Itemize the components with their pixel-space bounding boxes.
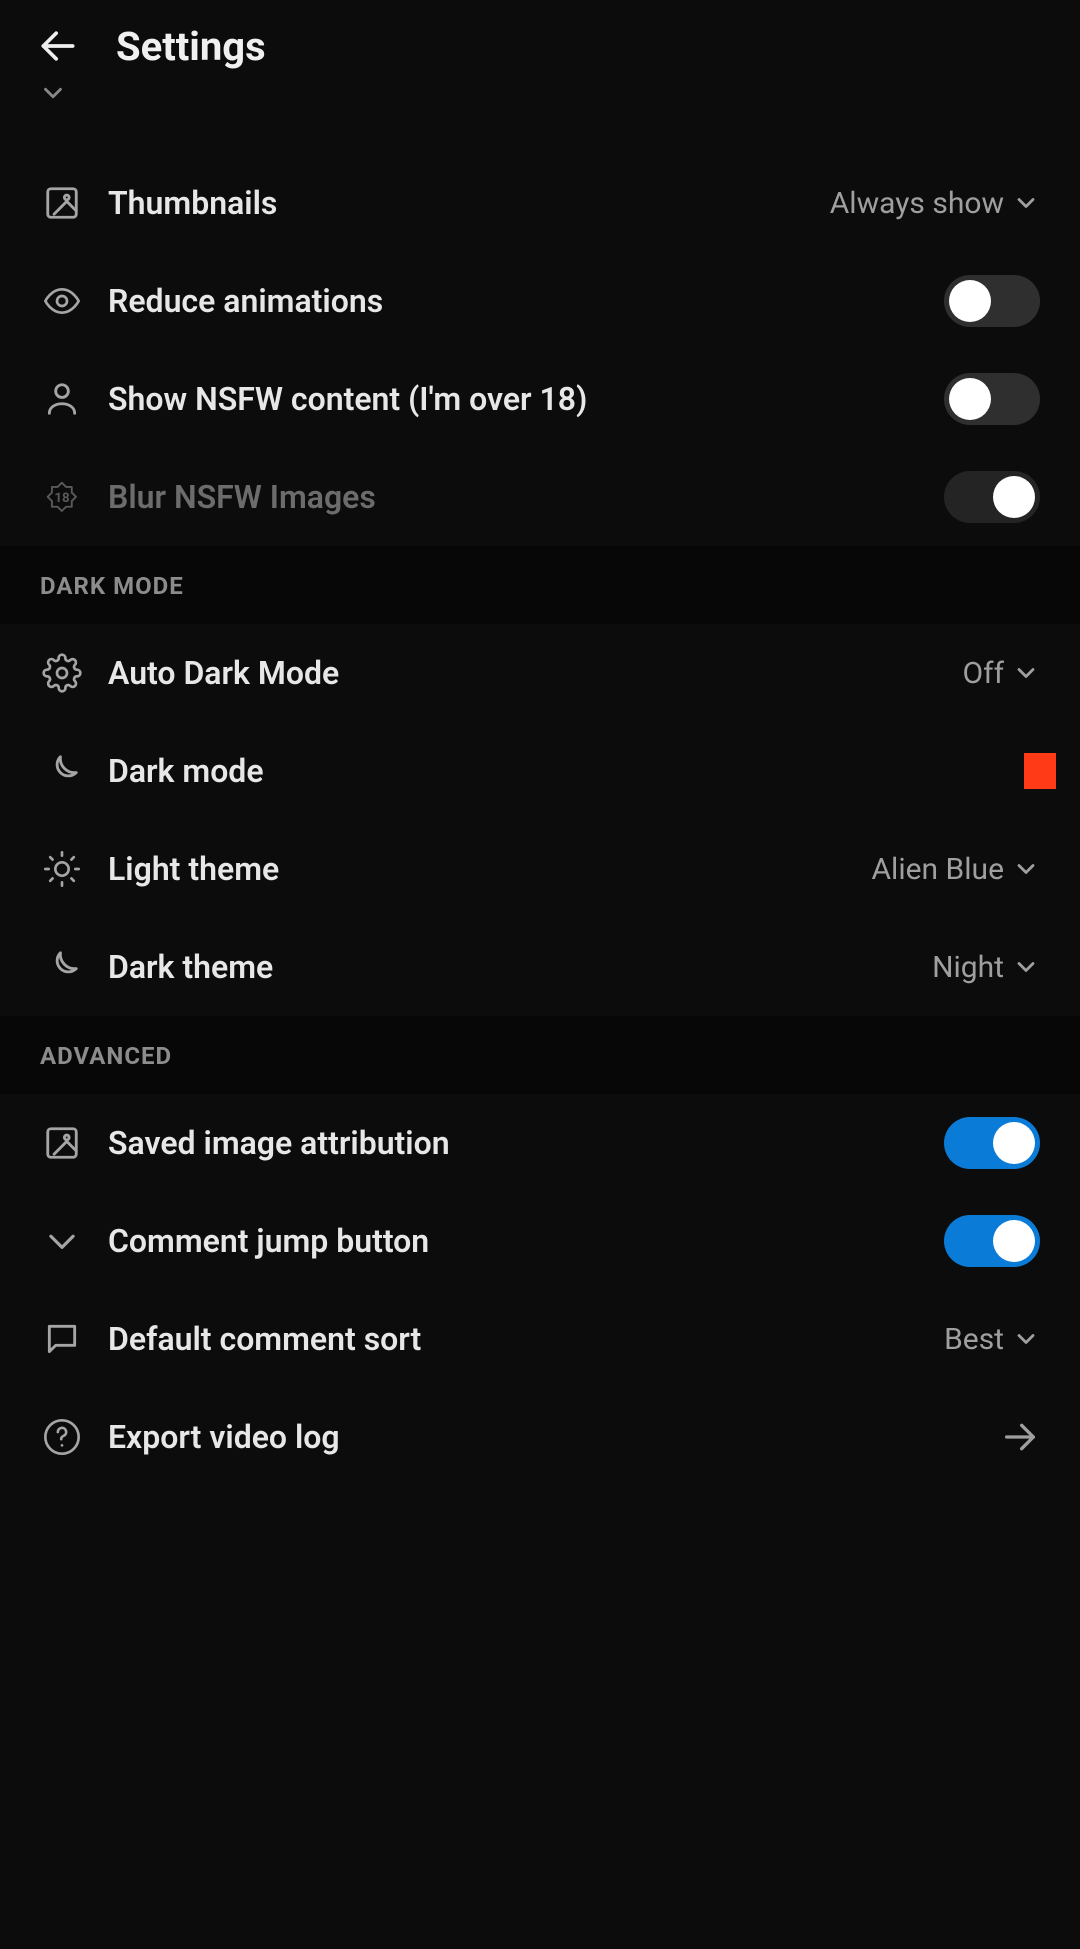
- previous-row-peek: [0, 92, 1080, 120]
- comment-icon: [40, 1317, 84, 1361]
- arrow-left-icon: [36, 24, 80, 68]
- toggle-saved-image-attribution[interactable]: [944, 1117, 1040, 1169]
- section-heading: ADVANCED: [40, 1042, 172, 1070]
- image-icon: [40, 181, 84, 225]
- section-advanced: ADVANCED: [0, 1016, 1080, 1094]
- chevron-down-icon: [40, 1219, 84, 1263]
- page-title: Settings: [116, 23, 266, 70]
- row-label: Dark theme: [108, 948, 932, 986]
- row-saved-image-attribution[interactable]: Saved image attribution: [0, 1094, 1080, 1192]
- row-dark-mode[interactable]: Dark mode: [0, 722, 1080, 820]
- chevron-down-icon: [1012, 659, 1040, 687]
- row-label: Reduce animations: [108, 282, 944, 320]
- row-export-video-log[interactable]: Export video log: [0, 1388, 1080, 1486]
- moon-icon: [40, 749, 84, 793]
- row-label: Thumbnails: [108, 184, 830, 222]
- row-value: Alien Blue: [871, 852, 1004, 887]
- chevron-down-icon: [1012, 189, 1040, 217]
- row-show-nsfw[interactable]: Show NSFW content (I'm over 18): [0, 350, 1080, 448]
- row-label: Light theme: [108, 850, 871, 888]
- toggle-reduce-animations[interactable]: [944, 275, 1040, 327]
- row-label: Auto Dark Mode: [108, 654, 963, 692]
- help-circle-icon: [40, 1415, 84, 1459]
- row-label: Dark mode: [108, 752, 1024, 790]
- toggle-show-nsfw[interactable]: [944, 373, 1040, 425]
- arrow-right-icon: [1000, 1417, 1040, 1457]
- chevron-down-icon: [1012, 855, 1040, 883]
- row-label: Saved image attribution: [108, 1124, 944, 1162]
- section-dark-mode: DARK MODE: [0, 546, 1080, 624]
- row-light-theme[interactable]: Light theme Alien Blue: [0, 820, 1080, 918]
- sun-outline-icon: [40, 847, 84, 891]
- chevron-down-icon: [38, 78, 68, 108]
- chevron-down-icon: [1012, 953, 1040, 981]
- row-default-comment-sort[interactable]: Default comment sort Best: [0, 1290, 1080, 1388]
- image-icon: [40, 1121, 84, 1165]
- row-thumbnails[interactable]: Thumbnails Always show: [0, 154, 1080, 252]
- badge-18-icon: 18: [40, 475, 84, 519]
- chevron-down-icon: [1012, 1325, 1040, 1353]
- row-auto-dark-mode[interactable]: Auto Dark Mode Off: [0, 624, 1080, 722]
- highlight-box: [1024, 753, 1056, 789]
- row-value: Off: [963, 656, 1005, 691]
- row-blur-nsfw: 18 Blur NSFW Images: [0, 448, 1080, 546]
- row-label: Blur NSFW Images: [108, 478, 944, 516]
- row-value: Always show: [830, 186, 1004, 221]
- section-heading: DARK MODE: [40, 572, 184, 600]
- header: Settings: [0, 0, 1080, 92]
- row-value: Best: [944, 1322, 1004, 1357]
- toggle-blur-nsfw: [944, 471, 1040, 523]
- moon-icon: [40, 945, 84, 989]
- back-button[interactable]: [36, 24, 80, 68]
- row-dark-theme[interactable]: Dark theme Night: [0, 918, 1080, 1016]
- row-label: Show NSFW content (I'm over 18): [108, 380, 944, 418]
- gear-icon: [40, 651, 84, 695]
- row-label: Default comment sort: [108, 1320, 944, 1358]
- row-reduce-animations[interactable]: Reduce animations: [0, 252, 1080, 350]
- row-label: Export video log: [108, 1418, 1000, 1456]
- eye-icon: [40, 279, 84, 323]
- row-comment-jump-button[interactable]: Comment jump button: [0, 1192, 1080, 1290]
- person-icon: [40, 377, 84, 421]
- row-label: Comment jump button: [108, 1222, 944, 1260]
- row-value: Night: [932, 950, 1004, 985]
- svg-text:18: 18: [54, 491, 70, 506]
- toggle-comment-jump-button[interactable]: [944, 1215, 1040, 1267]
